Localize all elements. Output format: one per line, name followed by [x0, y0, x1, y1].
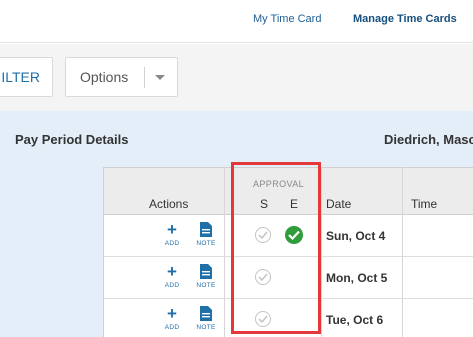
filter-button[interactable]: ILTER — [0, 57, 53, 97]
row-date: Sun, Oct 4 — [326, 229, 386, 243]
plus-icon: + — [167, 262, 177, 281]
options-divider — [144, 67, 145, 88]
header-date: Date — [326, 197, 352, 211]
header-time: Time — [411, 197, 438, 211]
chevron-down-icon[interactable] — [155, 75, 165, 80]
note-icon — [194, 222, 218, 238]
employee-name: Diedrich, Masc — [384, 132, 473, 147]
header-actions: Actions — [149, 197, 189, 211]
panel-title: Pay Period Details — [15, 132, 129, 147]
row-date: Tue, Oct 6 — [326, 313, 384, 327]
note-icon — [194, 306, 218, 322]
top-navigation: My Time Card Manage Time Cards — [0, 0, 473, 43]
note-icon — [194, 264, 218, 280]
note-button[interactable]: NOTE — [194, 264, 218, 289]
plus-icon: + — [167, 220, 177, 239]
approval-column-highlight — [231, 162, 321, 334]
note-button[interactable]: NOTE — [194, 222, 218, 247]
options-label: Options — [80, 69, 129, 85]
note-button[interactable]: NOTE — [194, 306, 218, 331]
row-date: Mon, Oct 5 — [326, 271, 388, 285]
add-button[interactable]: + ADD — [160, 304, 184, 331]
manage-time-cards-link[interactable]: Manage Time Cards — [353, 13, 457, 25]
my-time-card-link[interactable]: My Time Card — [253, 13, 321, 25]
options-dropdown[interactable]: Options — [65, 57, 178, 97]
toolbar: ILTER Options — [0, 44, 473, 111]
add-button[interactable]: + ADD — [160, 220, 184, 247]
plus-icon: + — [167, 304, 177, 323]
add-button[interactable]: + ADD — [160, 262, 184, 289]
